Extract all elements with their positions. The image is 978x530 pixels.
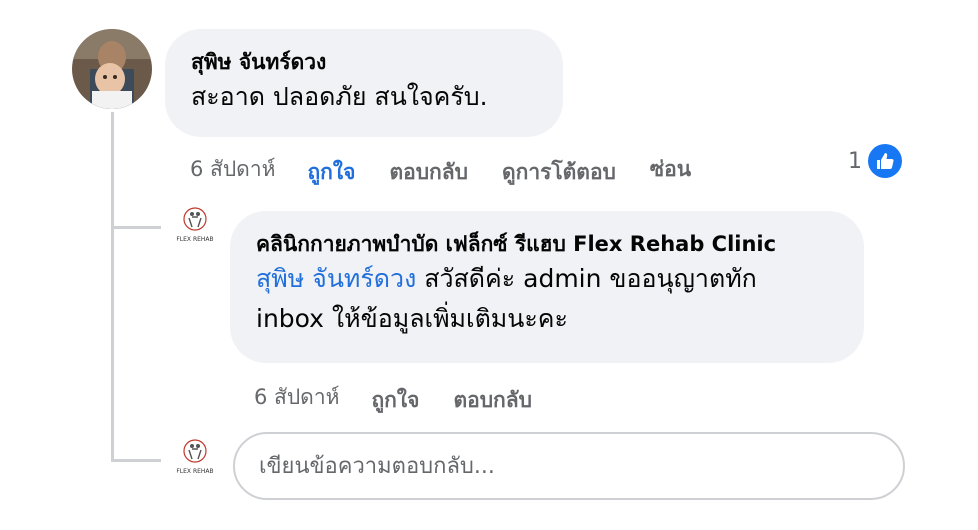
like-reaction-icon <box>868 144 902 178</box>
flex-rehab-logo-icon: FLEX REHAB <box>176 439 214 475</box>
reply-text-line-1: สุพิษ จันทร์ดวง สวัสดีค่ะ admin ขออนุญาต… <box>256 259 838 299</box>
comment-author[interactable]: สุพิษ จันทร์ดวง <box>191 47 537 77</box>
clinic-avatar[interactable]: FLEX REHAB <box>172 203 218 249</box>
thread-line-vertical <box>111 112 114 462</box>
comment-timestamp[interactable]: 6 สัปดาห์ <box>190 153 275 186</box>
user-avatar[interactable] <box>72 29 152 109</box>
comment-reply-button[interactable]: ตอบกลับ <box>389 156 468 189</box>
thread-line-branch-2 <box>111 459 161 462</box>
reply-composer[interactable] <box>233 432 905 500</box>
comment-bubble: สุพิษ จันทร์ดวง สะอาด ปลอดภัย สนใจครับ. <box>165 29 563 137</box>
avatar-photo-icon <box>72 29 152 109</box>
clinic-logo-text-2: FLEX REHAB <box>176 468 213 475</box>
composer-avatar: FLEX REHAB <box>172 435 218 481</box>
reply-author[interactable]: คลินิกกายภาพบำบัด เฟล็กซ์ รีแฮบ Flex Reh… <box>256 229 838 259</box>
reply-reply-button[interactable]: ตอบกลับ <box>453 384 532 417</box>
comment-text: สะอาด ปลอดภัย สนใจครับ. <box>191 82 488 111</box>
reply-bubble: คลินิกกายภาพบำบัด เฟล็กซ์ รีแฮบ Flex Reh… <box>230 211 864 363</box>
reaction-summary[interactable]: 1 <box>848 144 902 178</box>
flex-rehab-logo-icon: FLEX REHAB <box>176 207 214 243</box>
clinic-logo-text: FLEX REHAB <box>176 236 213 243</box>
reply-mention-link[interactable]: สุพิษ จันทร์ดวง <box>256 264 416 293</box>
thread-line-branch-1 <box>111 226 161 229</box>
reply-input[interactable] <box>257 452 881 480</box>
hide-button[interactable]: ซ่อน <box>650 153 691 186</box>
reply-like-button[interactable]: ถูกใจ <box>371 384 419 417</box>
reply-text-part: สวัสดีค่ะ admin ขออนุญาตทัก <box>416 264 757 293</box>
view-replies-button[interactable]: ดูการโต้ตอบ <box>502 156 616 189</box>
reply-text-line-2: inbox ให้ข้อมูลเพิ่มเติมนะคะ <box>256 304 568 333</box>
comment-like-button[interactable]: ถูกใจ <box>307 156 355 189</box>
comment-actions: 6 สัปดาห์ ถูกใจ ตอบกลับ ดูการโต้ตอบ ซ่อน <box>190 150 725 189</box>
reply-actions: 6 สัปดาห์ ถูกใจ ตอบกลับ <box>254 378 566 417</box>
reaction-count: 1 <box>848 148 862 174</box>
reply-timestamp[interactable]: 6 สัปดาห์ <box>254 381 339 414</box>
